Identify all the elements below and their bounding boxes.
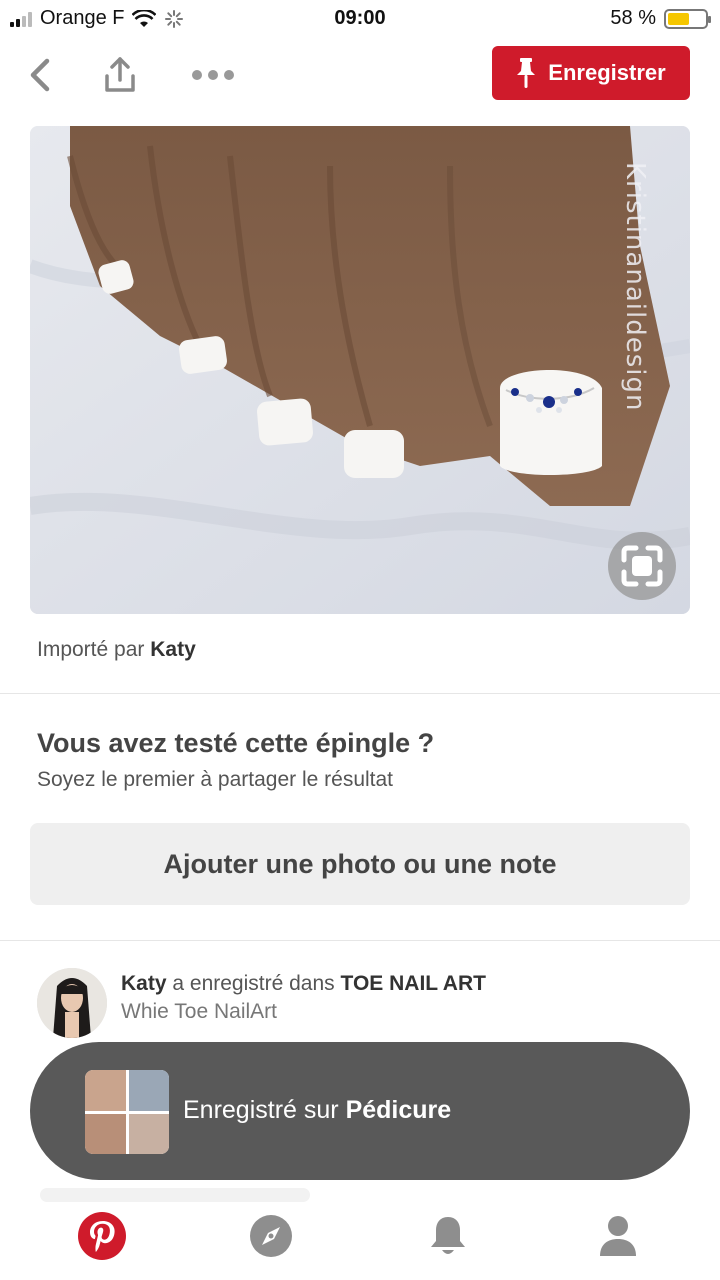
tab-notifications[interactable] <box>418 1206 478 1266</box>
battery-percent: 58 % <box>610 7 656 29</box>
bell-icon <box>431 1217 465 1254</box>
save-button[interactable]: Enregistrer <box>492 46 690 100</box>
ellipsis-icon <box>192 70 234 80</box>
activity-action: a enregistré dans <box>172 972 335 995</box>
chevron-left-icon <box>30 58 50 92</box>
visual-search-icon <box>621 545 663 587</box>
back-button[interactable] <box>17 52 63 98</box>
saved-toast[interactable]: Enregistré sur Pédicure <box>30 1042 690 1180</box>
activity-board[interactable]: TOE NAIL ART <box>341 972 486 995</box>
toast-message: Enregistré sur Pédicure <box>183 1096 451 1125</box>
divider <box>0 940 720 941</box>
top-nav: Enregistrer <box>0 40 720 110</box>
visual-search-button[interactable] <box>608 532 676 600</box>
activity-user[interactable]: Katy <box>121 972 167 995</box>
tab-profile[interactable] <box>588 1206 648 1266</box>
battery-fill <box>668 12 689 25</box>
board-thumbnail <box>85 1070 169 1154</box>
activity-item[interactable]: Katy a enregistré dans TOE NAIL ART Whie… <box>37 968 687 1040</box>
bottom-tab-bar <box>0 1196 720 1280</box>
save-button-label: Enregistrer <box>548 60 666 85</box>
avatar[interactable] <box>37 968 107 1038</box>
tab-home[interactable] <box>72 1206 132 1266</box>
divider <box>0 693 720 694</box>
toast-prefix: Enregistré sur <box>183 1096 339 1124</box>
pin-image[interactable]: Kristinanaildesign <box>30 126 690 614</box>
activity-description: Whie Toe NailArt <box>121 1000 278 1023</box>
pushpin-icon <box>517 58 536 88</box>
activity-text: Katy a enregistré dans TOE NAIL ART <box>121 972 486 996</box>
image-watermark: Kristinanaildesign <box>620 162 650 412</box>
more-options-button[interactable] <box>190 52 236 98</box>
user-avatar-photo <box>37 968 107 1038</box>
toe-nails-photo <box>30 126 690 614</box>
pinterest-logo-icon <box>78 1212 126 1260</box>
tried-subtitle: Soyez le premier à partager le résultat <box>37 768 394 791</box>
status-right: 58 % <box>610 7 711 30</box>
battery-icon <box>664 8 711 29</box>
imported-by: Importé par Katy <box>37 638 196 662</box>
toast-board-name: Pédicure <box>345 1096 452 1124</box>
tab-explore[interactable] <box>241 1206 301 1266</box>
add-photo-or-note-button[interactable]: Ajouter une photo ou une note <box>30 823 690 905</box>
share-button[interactable] <box>97 52 143 98</box>
share-icon <box>105 57 135 92</box>
imported-prefix: Importé par <box>37 638 145 661</box>
imported-user-link[interactable]: Katy <box>150 638 196 661</box>
compass-icon <box>250 1215 292 1257</box>
status-bar: Orange F 09:00 58 % <box>0 0 720 40</box>
tried-title: Vous avez testé cette épingle ? <box>37 728 435 758</box>
person-icon <box>600 1216 636 1256</box>
